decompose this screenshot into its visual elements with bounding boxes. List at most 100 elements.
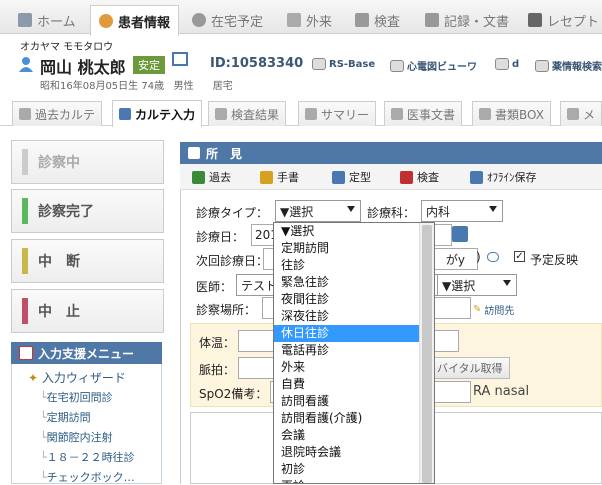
toolbar-label: 過去 — [209, 171, 231, 184]
findings-toolbar: 過去 手書 定型 検査 ｵﾌﾗｲﾝ保存 — [180, 164, 602, 190]
support-item-regular-visit[interactable]: └定期訪問 — [40, 409, 91, 425]
toolbar-handwrite-button[interactable]: 手書 — [260, 169, 299, 185]
dept-select[interactable]: 内科 — [421, 200, 503, 222]
reflect-checkbox[interactable]: ✓ — [514, 251, 525, 262]
dropdown-option-highlighted[interactable]: 休日往診 — [274, 325, 434, 342]
patient-kana: オカヤマ モモタロウ — [20, 42, 114, 53]
dropdown-option[interactable]: 自費 — [274, 376, 434, 393]
nav-tab-home-care[interactable]: 在宅予定 — [192, 6, 263, 34]
scrollbar-thumb[interactable] — [422, 225, 432, 483]
nav-tab-exam[interactable]: 検査 — [355, 6, 400, 34]
ra-nasal-label: RA nasal — [473, 384, 530, 399]
vital-fetch-button[interactable]: バイタル取得 — [430, 357, 510, 379]
dropdown-option[interactable]: 緊急往診 — [274, 274, 434, 291]
dropdown-option[interactable]: 夜間往診 — [274, 291, 434, 308]
calendar-icon[interactable] — [452, 226, 468, 242]
nav-tab-outpatient-label: 外来 — [306, 14, 333, 30]
status-button-label: 診察完了 — [38, 204, 94, 220]
pencil-icon: ✎ — [473, 304, 482, 315]
dropdown-option[interactable]: 退院時会議 — [274, 444, 434, 461]
type-dropdown-list[interactable]: ▼選択 定期訪問 往診 緊急往診 夜間往診 深夜往診 休日往診 電話再診 外来 … — [273, 222, 435, 484]
sub-tab-bar: 過去カルテ カルテ入力 検査結果 サマリー 医事文書 書類BOX メ — [0, 99, 602, 127]
nav-tab-home-care-label: 在宅予定 — [211, 14, 264, 30]
support-item-wizard[interactable]: ✦ 入力ウィザード — [28, 369, 126, 386]
box-icon — [479, 108, 491, 120]
tab-exam-results[interactable]: 検査結果 — [208, 101, 287, 126]
chevron-down-icon — [347, 206, 355, 212]
status-button-in-exam[interactable]: 診察中 — [11, 140, 164, 184]
tab-summary[interactable]: サマリー — [298, 101, 377, 126]
edit-icon — [119, 108, 131, 120]
nav-tab-records[interactable]: 記録・文書 — [425, 6, 509, 34]
support-item-evening-visit[interactable]: └１８－２２時往診 — [40, 449, 135, 465]
car-icon — [495, 58, 509, 70]
type-select[interactable]: ▼選択 — [275, 200, 361, 222]
dropdown-option[interactable]: 深夜往診 — [274, 308, 434, 325]
dropdown-option[interactable]: 定期訪問 — [274, 240, 434, 257]
support-item-label: １８－２２時往診 — [46, 451, 135, 464]
ext-link-ecg-viewer[interactable]: 心電図ビューワ — [390, 58, 477, 73]
patient-birth: 昭和16年08月05日生 74歳 — [40, 81, 165, 92]
status-button-complete[interactable]: 診察完了 — [11, 189, 164, 233]
calendar-icon — [19, 346, 33, 360]
dropdown-option[interactable]: 再診 — [274, 478, 434, 483]
dropdown-option[interactable]: 訪問看護 — [274, 393, 434, 410]
ext-link-d[interactable]: d — [495, 58, 519, 70]
summary-icon — [305, 108, 317, 120]
type-select-value: ▼選択 — [280, 204, 314, 219]
window-icon[interactable] — [172, 52, 188, 66]
tab-label: 書類BOX — [495, 107, 544, 122]
support-item-first-visit[interactable]: └在宅初回問診 — [40, 389, 113, 405]
toolbar-label: 検査 — [417, 171, 439, 184]
dropdown-option[interactable]: 会議 — [274, 427, 434, 444]
car-icon — [535, 59, 549, 72]
support-item-joint-injection[interactable]: └関節腔内注射 — [40, 429, 113, 445]
toolbar-past-button[interactable]: 過去 — [192, 169, 231, 185]
second-select[interactable]: ▼選択 — [437, 274, 517, 296]
visit-link-label: 訪問先 — [484, 306, 515, 317]
edit-icon — [188, 147, 200, 159]
dropdown-option[interactable]: 電話再診 — [274, 342, 434, 359]
dropdown-option[interactable]: 外来 — [274, 359, 434, 376]
ext-link-label: RS-Base — [329, 58, 376, 70]
bar-chart-icon — [400, 170, 413, 184]
toolbar-exam-button[interactable]: 検査 — [400, 169, 439, 185]
tab-chart-input[interactable]: カルテ入力 — [112, 100, 203, 127]
toolbar-offline-save-button[interactable]: ｵﾌﾗｲﾝ保存 — [470, 169, 537, 185]
save-icon — [470, 170, 483, 184]
user-icon — [99, 14, 113, 28]
dropdown-option[interactable]: 往診 — [274, 257, 434, 274]
ext-link-drug-search[interactable]: 薬情報検索 — [535, 58, 602, 73]
tab-past-chart[interactable]: 過去カルテ — [12, 101, 103, 126]
toolbar-template-button[interactable]: 定型 — [332, 169, 371, 185]
nav-tab-outpatient[interactable]: 外来 — [287, 6, 332, 34]
status-button-interrupt[interactable]: 中 断 — [11, 239, 164, 283]
nav-tab-home[interactable]: ホーム — [18, 6, 76, 34]
dropdown-scrollbar[interactable] — [419, 223, 434, 483]
visit-link[interactable]: ✎ 訪問先 — [473, 302, 514, 317]
top-navigation: ホーム 患者情報 在宅予定 外来 検査 記録・文書 レセプト — [0, 0, 602, 36]
status-button-label: 中 断 — [38, 254, 80, 270]
chat-icon[interactable] — [487, 252, 499, 262]
nav-tab-receipt[interactable]: レセプト — [528, 6, 599, 34]
document-icon — [425, 13, 439, 27]
label-temp: 体温： — [199, 336, 236, 350]
label-spo2: SpO2備考： — [199, 387, 268, 401]
ext-link-label: 薬情報検索 — [552, 62, 602, 73]
paren-text: ) — [476, 250, 481, 264]
tab-doc-box[interactable]: 書類BOX — [472, 101, 551, 126]
tab-more[interactable]: メ — [560, 101, 602, 126]
pdf-icon — [391, 108, 403, 120]
findings-header: 所 見 — [180, 142, 602, 164]
status-button-cancel[interactable]: 中 止 — [11, 289, 164, 333]
tab-medical-docs[interactable]: 医事文書 — [384, 101, 463, 126]
status-color-bar — [22, 298, 28, 324]
dropdown-option[interactable]: ▼選択 — [274, 223, 434, 240]
support-item-checkbox[interactable]: └チェックボック… — [40, 469, 135, 485]
support-item-label: 入力ウィザード — [41, 371, 126, 385]
nav-tab-patient-info[interactable]: 患者情報 — [90, 5, 180, 36]
support-item-label: 定期訪問 — [46, 411, 91, 424]
ext-link-rs-base[interactable]: RS-Base — [312, 58, 375, 70]
dropdown-option[interactable]: 初診 — [274, 461, 434, 478]
dropdown-option[interactable]: 訪問看護(介護) — [274, 410, 434, 427]
